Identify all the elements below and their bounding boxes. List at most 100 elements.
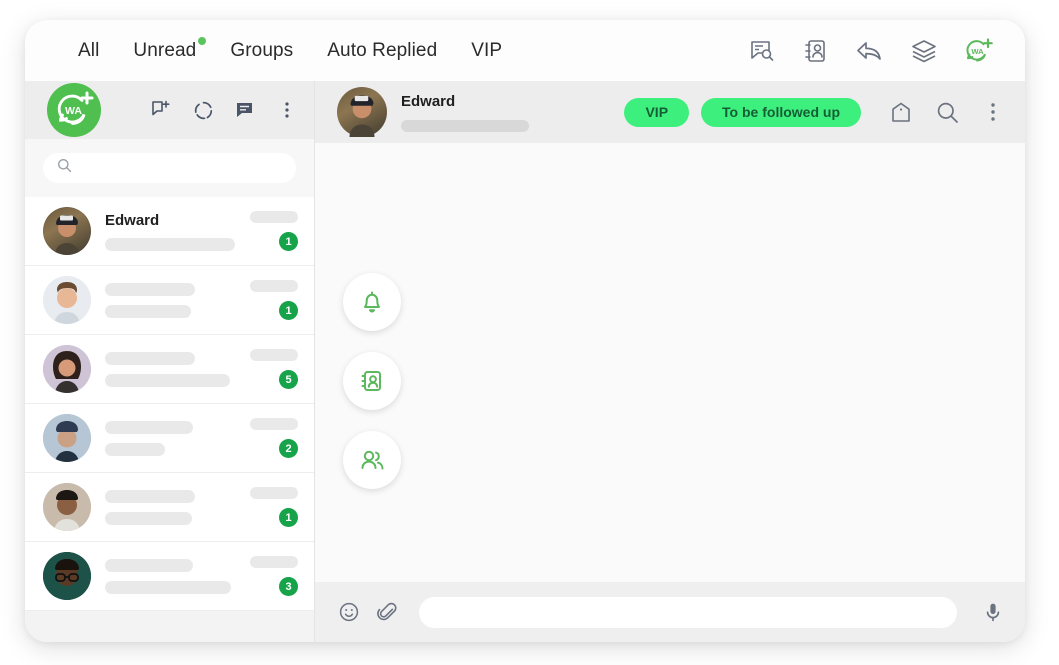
tab-all-label: All (78, 39, 100, 61)
message-preview-placeholder (105, 304, 191, 318)
new-chat-icon[interactable] (150, 99, 172, 121)
list-item-content: Edward (105, 212, 236, 251)
unread-badge: 1 (279, 232, 298, 251)
tab-auto-replied-label: Auto Replied (327, 39, 438, 61)
avatar (43, 483, 91, 531)
unread-badge: 5 (279, 370, 298, 389)
tab-auto-replied[interactable]: Auto Replied (310, 36, 454, 66)
timestamp-placeholder (250, 349, 298, 361)
contact-status-placeholder (401, 119, 529, 132)
microphone-icon[interactable] (981, 600, 1005, 624)
page-title: Edward (401, 92, 456, 110)
sidebar-header: WA (25, 81, 314, 139)
reply-arrow-icon[interactable] (855, 36, 885, 66)
unread-badge: 3 (279, 577, 298, 596)
avatar (43, 552, 91, 600)
emoji-icon[interactable] (337, 600, 361, 624)
overflow-menu-icon[interactable] (981, 100, 1005, 124)
tag-icon[interactable] (889, 100, 913, 124)
status-badge-followup[interactable]: To be followed up (701, 97, 861, 127)
unread-notification-dot (198, 36, 207, 45)
contact-name-placeholder (105, 282, 195, 296)
timestamp-placeholder (250, 211, 298, 223)
tab-all[interactable]: All (61, 36, 116, 66)
search-icon[interactable] (935, 100, 959, 124)
message-preview-placeholder (105, 442, 165, 456)
list-item-content (105, 489, 236, 525)
top-navigation-bar: All Unread Groups Auto Replied VIP WA (25, 20, 1025, 81)
contact-name-placeholder (105, 558, 193, 572)
avatar (43, 414, 91, 462)
message-preview-placeholder (105, 580, 231, 594)
status-badge-vip[interactable]: VIP (624, 97, 690, 127)
timestamp-placeholder (250, 418, 298, 430)
chat-header-actions (889, 100, 1005, 124)
contact-name-placeholder (105, 489, 195, 503)
message-input[interactable] (419, 596, 957, 628)
avatar[interactable] (337, 87, 387, 137)
list-item-meta: 3 (250, 556, 298, 596)
chat-bubble-icon[interactable] (234, 99, 256, 121)
unread-badge: 2 (279, 439, 298, 458)
avatar (43, 345, 91, 393)
tab-groups-label: Groups (230, 39, 294, 61)
overflow-menu-icon[interactable] (276, 99, 298, 121)
tab-vip[interactable]: VIP (454, 36, 519, 66)
app-window: All Unread Groups Auto Replied VIP WA WA… (25, 20, 1025, 642)
list-item-meta: 2 (250, 418, 298, 458)
chat-header: Edward VIP To be followed up (315, 81, 1025, 143)
list-item[interactable]: 5 (25, 335, 314, 404)
contact-book-icon[interactable] (343, 352, 401, 410)
timestamp-placeholder (250, 556, 298, 568)
contact-name-placeholder (105, 420, 193, 434)
list-item[interactable]: 2 (25, 404, 314, 473)
tab-unread[interactable]: Unread (116, 36, 213, 66)
main-content-row: WA Edward 1 1 5 2 1 3 Edward VIP To be f… (25, 81, 1025, 642)
avatar (43, 207, 91, 255)
search-input[interactable] (80, 159, 282, 177)
contact-card-icon[interactable] (801, 36, 831, 66)
svg-text:WA: WA (971, 47, 984, 56)
message-search-icon[interactable] (747, 36, 777, 66)
tab-groups[interactable]: Groups (213, 36, 310, 66)
status-ring-icon[interactable] (192, 99, 214, 121)
avatar (43, 276, 91, 324)
list-item[interactable]: Edward 1 (25, 197, 314, 266)
search-icon (57, 158, 72, 178)
chat-panel: Edward VIP To be followed up (315, 81, 1025, 642)
timestamp-placeholder (250, 280, 298, 292)
chat-sidebar: WA Edward 1 1 5 2 1 3 (25, 81, 315, 642)
list-item-meta: 1 (250, 280, 298, 320)
list-item[interactable]: 1 (25, 266, 314, 335)
search-box[interactable] (43, 153, 296, 183)
tab-unread-label: Unread (133, 39, 197, 61)
chat-list[interactable]: Edward 1 1 5 2 1 3 (25, 197, 314, 642)
wa-plus-logo-icon[interactable]: WA (963, 36, 993, 66)
list-item-content (105, 420, 236, 456)
layers-stack-icon[interactable] (909, 36, 939, 66)
list-item[interactable]: 3 (25, 542, 314, 611)
message-composer (315, 582, 1025, 642)
chat-message-area (315, 143, 1025, 582)
paperclip-icon[interactable] (375, 600, 399, 624)
sidebar-header-actions (150, 99, 298, 121)
group-people-icon[interactable] (343, 431, 401, 489)
sidebar-search-area (25, 139, 314, 197)
list-item-content (105, 282, 236, 318)
wa-plus-avatar[interactable]: WA (47, 83, 101, 137)
list-item-meta: 1 (250, 211, 298, 251)
quick-action-buttons (343, 273, 401, 489)
list-item-content (105, 558, 236, 594)
unread-badge: 1 (279, 508, 298, 527)
filter-tabs: All Unread Groups Auto Replied VIP (61, 36, 519, 66)
bell-icon[interactable] (343, 273, 401, 331)
svg-text:WA: WA (65, 105, 82, 117)
chat-contact-info: Edward (401, 93, 529, 132)
chat-tags: VIP To be followed up (624, 97, 1005, 127)
list-item[interactable]: 1 (25, 473, 314, 542)
message-preview-placeholder (105, 511, 192, 525)
tab-vip-label: VIP (471, 39, 503, 61)
contact-name: Edward (105, 211, 160, 229)
list-item-meta: 5 (250, 349, 298, 389)
message-preview-placeholder (105, 237, 235, 251)
